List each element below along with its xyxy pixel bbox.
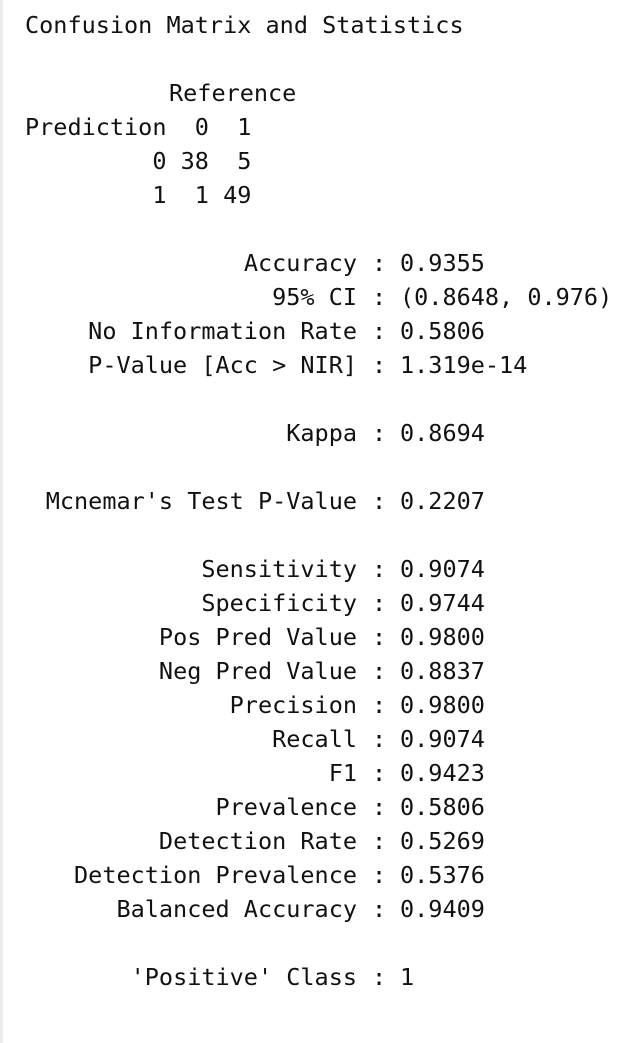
stat-ppv: Pos Pred Value : 0.9800 [3,620,626,654]
stat-value: 0.8694 [400,419,485,447]
stat-label: Detection Rate [158,827,357,855]
stat-value: 0.9423 [400,759,485,787]
stat-value: 0.5806 [400,793,485,821]
stat-pvalue: P-Value [Acc > NIR] : 1.319e-14 [3,348,626,382]
stat-precision: Precision : 0.9800 [3,688,626,722]
stat-separator: : [372,555,387,583]
stat-label: 95% CI [272,283,357,311]
stat-separator: : [372,317,387,345]
matrix-cell: 5 [237,147,252,175]
stat-value: 0.9800 [400,623,485,651]
stat-separator: : [372,725,387,753]
stat-separator: : [372,657,387,685]
matrix-header-row: Prediction 0 1 [25,110,251,144]
stat-value: 0.5269 [400,827,485,855]
stat-label: Prevalence [215,793,357,821]
stat-separator: : [372,861,387,889]
stat-separator: : [372,589,387,617]
stat-value: 0.9074 [400,555,485,583]
stat-separator: : [372,351,387,379]
stat-separator: : [372,419,387,447]
stat-accuracy: Accuracy : 0.9355 [3,246,626,280]
stat-label: Accuracy [243,249,357,277]
matrix-cell: 49 [223,181,252,209]
matrix-cell: 1 [194,181,209,209]
stat-label: P-Value [Acc > NIR] [88,351,357,379]
stat-label: Precision [229,691,357,719]
stat-value: 0.2207 [400,487,485,515]
stat-label: F1 [328,759,357,787]
stat-separator: : [372,827,387,855]
stat-recall: Recall : 0.9074 [3,722,626,756]
stat-balanced-accuracy: Balanced Accuracy : 0.9409 [3,892,626,926]
stat-separator: : [372,283,387,311]
stat-specificity: Specificity : 0.9744 [3,586,626,620]
stat-label: Kappa [286,419,357,447]
stat-label: Sensitivity [201,555,357,583]
stat-label: Pos Pred Value [158,623,357,651]
stat-value: 0.9074 [400,725,485,753]
stat-separator: : [372,793,387,821]
stat-sensitivity: Sensitivity : 0.9074 [3,552,626,586]
stat-value: 0.9800 [400,691,485,719]
stat-label: No Information Rate [88,317,357,345]
stat-npv: Neg Pred Value : 0.8837 [3,654,626,688]
stat-separator: : [372,623,387,651]
stat-value: (0.8648, 0.976) [400,283,613,311]
stat-label: 'Positive' Class [130,963,357,991]
stat-value: 0.5806 [400,317,485,345]
stat-label: Neg Pred Value [158,657,357,685]
reference-header: Reference [169,79,297,107]
console-output: Confusion Matrix and Statistics Referenc… [0,0,626,1043]
matrix-cell: 38 [180,147,209,175]
stat-label: Recall [272,725,357,753]
stat-prevalence: Prevalence : 0.5806 [3,790,626,824]
stat-detection-prevalence: Detection Prevalence : 0.5376 [3,858,626,892]
matrix-col-header-1: 1 [237,113,252,141]
stat-nir: No Information Rate : 0.5806 [3,314,626,348]
stat-value: 1 [400,963,415,991]
stat-value: 0.9355 [400,249,485,277]
stat-separator: : [372,691,387,719]
output-title: Confusion Matrix and Statistics [25,11,464,39]
stat-separator: : [372,963,387,991]
stat-separator: : [372,759,387,787]
matrix-row-0: 0 38 5 [25,144,251,178]
stat-label: Detection Prevalence [74,861,357,889]
stat-detection-rate: Detection Rate : 0.5269 [3,824,626,858]
stat-kappa: Kappa : 0.8694 [3,416,626,450]
matrix-row-1: 1 1 49 [25,178,251,212]
prediction-label: Prediction [25,113,167,141]
stat-value: 0.8837 [400,657,485,685]
stat-separator: : [372,895,387,923]
stat-label: Mcnemar's Test P-Value [45,487,357,515]
matrix-row-label: 0 [152,147,167,175]
stat-separator: : [372,487,387,515]
stat-ci: 95% CI : (0.8648, 0.976) [3,280,626,314]
stat-label: Balanced Accuracy [116,895,357,923]
stat-value: 0.5376 [400,861,485,889]
stat-value: 1.319e-14 [400,351,528,379]
stat-mcnemar: Mcnemar's Test P-Value : 0.2207 [3,484,626,518]
stat-value: 0.9744 [400,589,485,617]
matrix-row-label: 1 [152,181,167,209]
stat-label: Specificity [201,589,357,617]
stat-positive-class: 'Positive' Class : 1 [3,960,626,994]
matrix-col-header-0: 0 [194,113,209,141]
stat-separator: : [372,249,387,277]
stat-f1: F1 : 0.9423 [3,756,626,790]
stat-value: 0.9409 [400,895,485,923]
